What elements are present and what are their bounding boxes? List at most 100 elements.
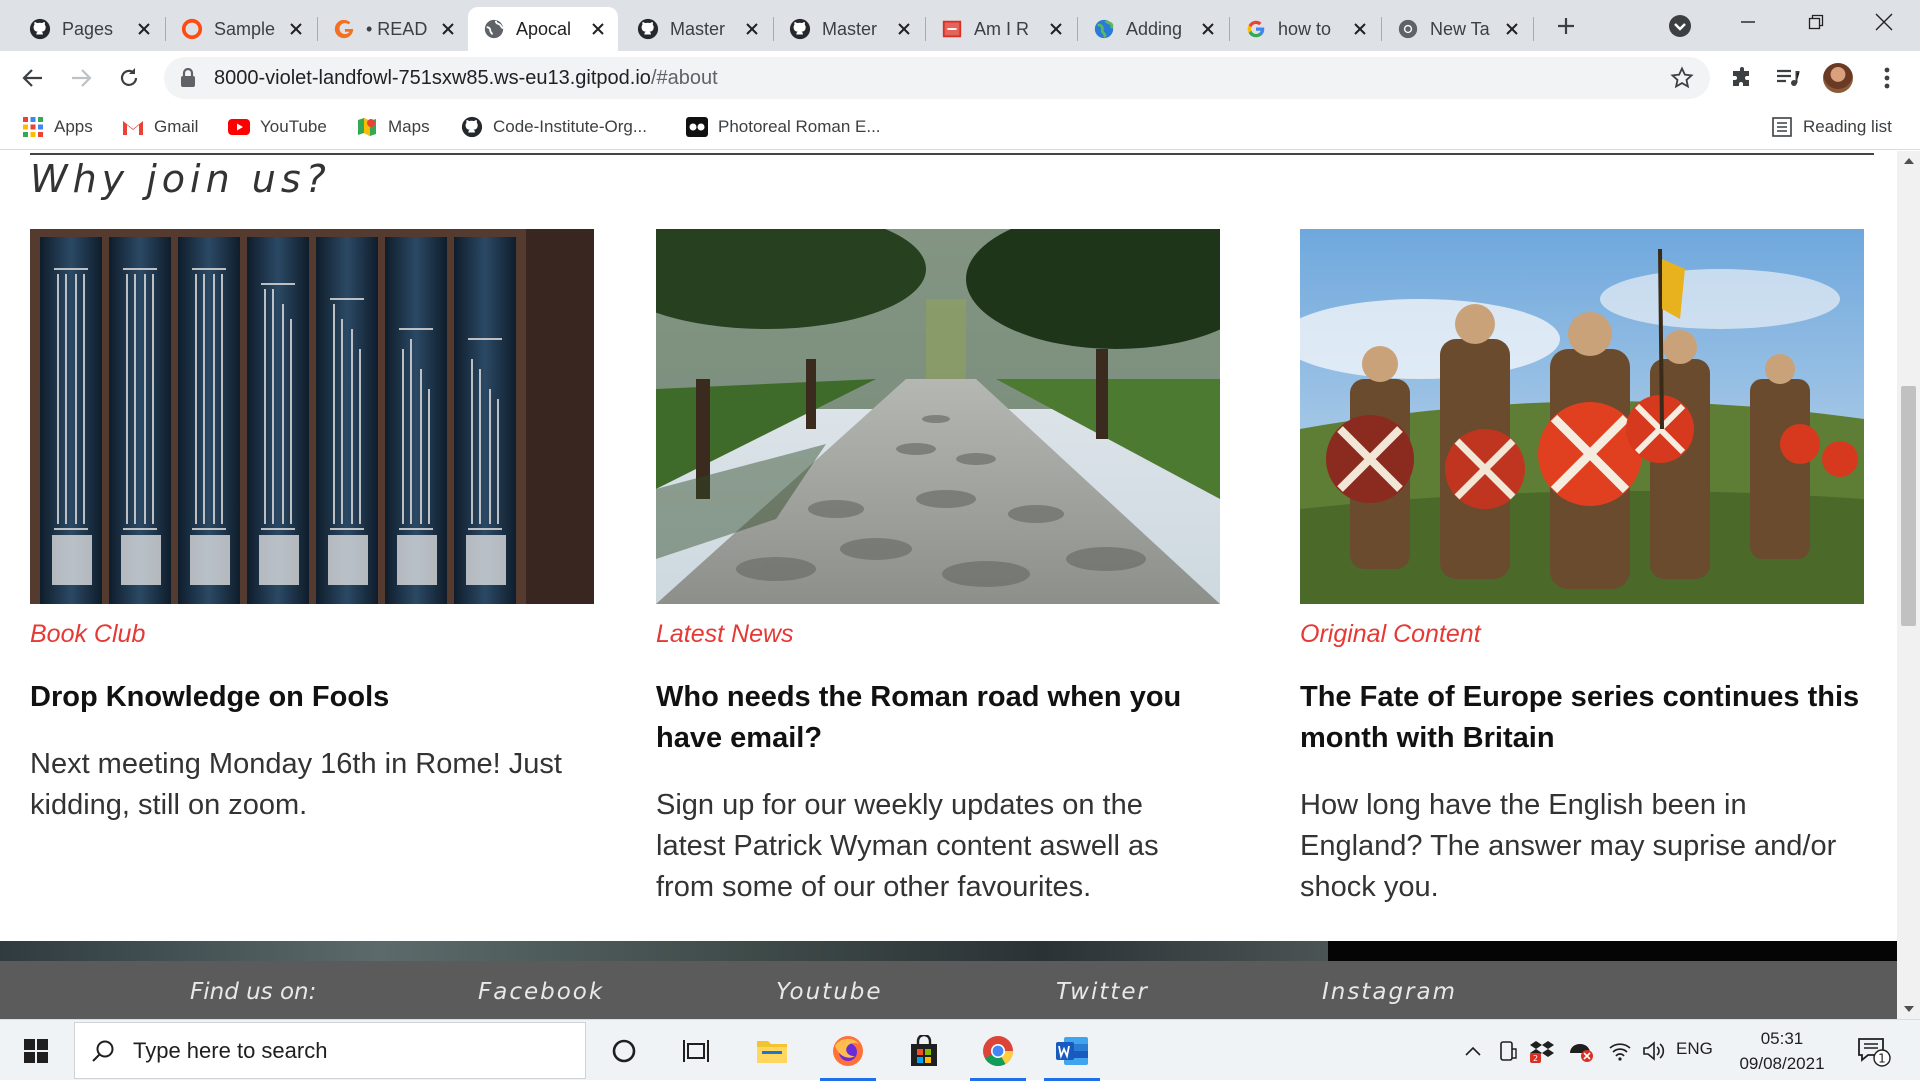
wifi-icon[interactable]	[1604, 1020, 1636, 1081]
close-icon[interactable]	[588, 19, 608, 39]
taskbar-file-explorer[interactable]	[734, 1020, 810, 1081]
close-icon[interactable]	[1502, 19, 1522, 39]
new-tab-button[interactable]	[1550, 10, 1582, 42]
close-icon[interactable]	[1350, 19, 1370, 39]
speaker-volume-icon[interactable]	[1638, 1020, 1670, 1081]
url-text[interactable]: 8000-violet-landfowl-751sxw85.ws-eu13.gi…	[214, 67, 718, 90]
url-path: /#about	[650, 66, 718, 89]
tray-device-icon[interactable]	[1492, 1020, 1524, 1081]
close-icon[interactable]	[742, 19, 762, 39]
close-icon[interactable]	[286, 19, 306, 39]
cortana-button[interactable]	[586, 1020, 662, 1081]
tab-title: Apocal	[516, 18, 572, 39]
show-hidden-icons-button[interactable]	[1456, 1020, 1490, 1081]
close-window-button[interactable]	[1852, 0, 1916, 44]
google-icon	[1244, 17, 1268, 41]
chrome-icon	[983, 1035, 1013, 1066]
scroll-down-arrow-icon[interactable]	[1897, 999, 1920, 1019]
tab-how-to[interactable]: how to	[1230, 7, 1380, 51]
section-divider	[30, 153, 1874, 155]
vikings-photo	[1300, 229, 1864, 604]
tab-master-2[interactable]: Master	[774, 7, 924, 51]
close-icon[interactable]	[1198, 19, 1218, 39]
tab-new-tab[interactable]: New Ta	[1382, 7, 1532, 51]
input-language[interactable]: ENG	[1676, 1039, 1713, 1059]
taskbar-search-box[interactable]: Type here to search	[74, 1022, 586, 1079]
bookmark-label: Gmail	[154, 117, 199, 136]
tab-separator	[1533, 17, 1534, 41]
scrollbar-thumb[interactable]	[1901, 386, 1916, 626]
notification-count: 1	[1878, 1051, 1886, 1065]
menu-kebab-icon[interactable]	[1872, 63, 1902, 93]
tab-master-1[interactable]: Master	[622, 7, 772, 51]
close-icon[interactable]	[438, 19, 458, 39]
footer-link-instagram[interactable]: Instagram	[1322, 979, 1457, 1005]
bookmark-code-institute[interactable]: Code-Institute-Org...	[461, 105, 647, 149]
back-button[interactable]	[16, 61, 50, 95]
tab-search-icon[interactable]	[1666, 12, 1694, 40]
search-icon	[91, 1039, 115, 1063]
bookmark-gmail[interactable]: Gmail	[122, 105, 198, 149]
red-doc-icon	[940, 17, 964, 41]
forward-button[interactable]	[64, 61, 98, 95]
bookmark-photoreal-roman[interactable]: Photoreal Roman E...	[686, 105, 881, 149]
bookmark-youtube[interactable]: YouTube	[228, 105, 327, 149]
footer-link-youtube[interactable]: Youtube	[776, 979, 883, 1005]
minimize-button[interactable]	[1716, 0, 1780, 44]
github-icon	[788, 17, 812, 41]
restore-button[interactable]	[1784, 0, 1848, 44]
tab-am-i-responsive[interactable]: Am I R	[926, 7, 1076, 51]
tab-sample[interactable]: Sample	[166, 7, 316, 51]
lock-icon[interactable]	[180, 68, 200, 88]
close-icon[interactable]	[134, 19, 154, 39]
tray-app-blocked-icon[interactable]	[1564, 1020, 1598, 1081]
tab-adding[interactable]: Adding	[1078, 7, 1228, 51]
taskbar-word[interactable]	[1034, 1020, 1110, 1081]
scroll-up-arrow-icon[interactable]	[1897, 151, 1920, 171]
taskbar-chrome[interactable]	[960, 1020, 1036, 1081]
tab-title: Adding	[1126, 18, 1183, 39]
bookmark-apps[interactable]: Apps	[22, 105, 93, 149]
gmail-icon	[122, 116, 144, 138]
tab-readme[interactable]: • READ	[318, 7, 468, 51]
close-icon[interactable]	[1046, 19, 1066, 39]
tab-pages[interactable]: Pages	[14, 7, 164, 51]
close-icon[interactable]	[894, 19, 914, 39]
globe-icon	[482, 17, 506, 41]
clock-time: 05:31	[1760, 1029, 1804, 1048]
card-title: Drop Knowledge on Fools	[30, 681, 390, 713]
taskbar-firefox[interactable]	[810, 1020, 886, 1081]
bookmark-maps[interactable]: Maps	[356, 105, 430, 149]
bookmark-label: Apps	[54, 117, 93, 136]
footer-link-twitter[interactable]: Twitter	[1056, 979, 1149, 1005]
tab-title: Master	[822, 18, 878, 39]
dropbox-icon[interactable]: 2	[1526, 1020, 1560, 1081]
extensions-puzzle-icon[interactable]	[1727, 63, 1757, 93]
github-icon	[28, 17, 52, 41]
media-controls-icon[interactable]	[1773, 63, 1803, 93]
chrome-icon	[1396, 17, 1420, 41]
bookmark-label: Maps	[388, 117, 430, 136]
address-bar[interactable]: 8000-violet-landfowl-751sxw85.ws-eu13.gi…	[164, 57, 1710, 99]
start-button[interactable]	[0, 1020, 72, 1081]
tab-title: Pages	[62, 18, 114, 39]
page-scrollbar[interactable]	[1897, 151, 1920, 1019]
bookmark-label: Photoreal Roman E...	[718, 117, 881, 136]
task-view-button[interactable]	[658, 1020, 734, 1081]
footer-link-facebook[interactable]: Facebook	[478, 979, 604, 1005]
action-center-button[interactable]: 1	[1850, 1020, 1898, 1081]
clock-date: 09/08/2021	[1739, 1054, 1825, 1073]
windows-taskbar: Type here to search 2 ENG 05:31 09/08/20…	[0, 1019, 1920, 1081]
reload-button[interactable]	[112, 61, 146, 95]
github-icon	[461, 116, 483, 138]
word-icon	[1056, 1036, 1088, 1065]
taskbar-store[interactable]	[886, 1020, 962, 1081]
taskbar-clock[interactable]: 05:31 09/08/2021	[1722, 1026, 1842, 1076]
bookmark-star-icon[interactable]	[1670, 66, 1694, 90]
reading-list-button[interactable]: Reading list	[1771, 105, 1892, 149]
tab-apocalypse[interactable]: Apocal	[468, 7, 618, 51]
tab-title: New Ta	[1430, 18, 1490, 39]
dropbox-badge-count: 2	[1533, 1054, 1538, 1063]
profile-avatar[interactable]	[1823, 63, 1853, 93]
card-latest-news: Latest News Who needs the Roman road whe…	[656, 229, 1220, 908]
